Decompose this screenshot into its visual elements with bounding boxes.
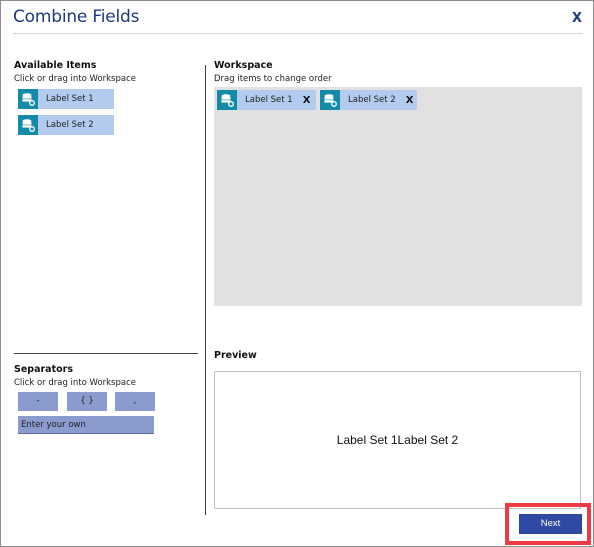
available-items-heading: Available Items <box>14 60 97 71</box>
database-settings-icon <box>18 89 38 109</box>
database-settings-icon <box>217 90 237 110</box>
workspace-hint: Drag items to change order <box>214 74 332 84</box>
available-item-label-set-1[interactable]: Label Set 1 <box>18 89 114 109</box>
item-label: Label Set 2 <box>46 120 94 130</box>
title-divider <box>13 33 583 34</box>
preview-box: Label Set 1Label Set 2 <box>214 371 581 509</box>
preview-heading: Preview <box>214 350 257 361</box>
database-settings-icon <box>18 115 38 135</box>
remove-item-button[interactable]: X <box>406 95 414 106</box>
dialog-title: Combine Fields <box>13 7 140 27</box>
next-button[interactable]: Next <box>519 514 582 534</box>
separator-braces-button[interactable]: { } <box>67 392 107 411</box>
separators-heading: Separators <box>14 364 73 375</box>
available-items-hint: Click or drag into Workspace <box>14 74 136 84</box>
custom-separator-input[interactable]: Enter your own <box>18 416 154 434</box>
item-label: Label Set 1 <box>245 95 293 105</box>
separators-divider <box>14 353 198 354</box>
preview-text: Label Set 1Label Set 2 <box>336 433 459 447</box>
combine-fields-dialog: Combine Fields X Available Items Click o… <box>0 0 594 547</box>
database-settings-icon <box>320 90 340 110</box>
workspace-drop-area[interactable]: Label Set 1 X Label Set 2 X <box>214 87 582 306</box>
available-item-label-set-2[interactable]: Label Set 2 <box>18 115 114 135</box>
item-label: Label Set 2 <box>348 95 396 105</box>
separator-dash-button[interactable]: - <box>18 392 58 411</box>
workspace-item-label-set-2[interactable]: Label Set 2 X <box>320 90 417 110</box>
workspace-item-label-set-1[interactable]: Label Set 1 X <box>217 90 316 110</box>
item-label: Label Set 1 <box>46 94 94 104</box>
workspace-heading: Workspace <box>214 60 273 71</box>
column-divider <box>205 65 206 515</box>
separator-comma-button[interactable]: , <box>115 392 155 411</box>
remove-item-button[interactable]: X <box>303 95 311 106</box>
close-button[interactable]: X <box>572 11 582 26</box>
separators-hint: Click or drag into Workspace <box>14 378 136 388</box>
